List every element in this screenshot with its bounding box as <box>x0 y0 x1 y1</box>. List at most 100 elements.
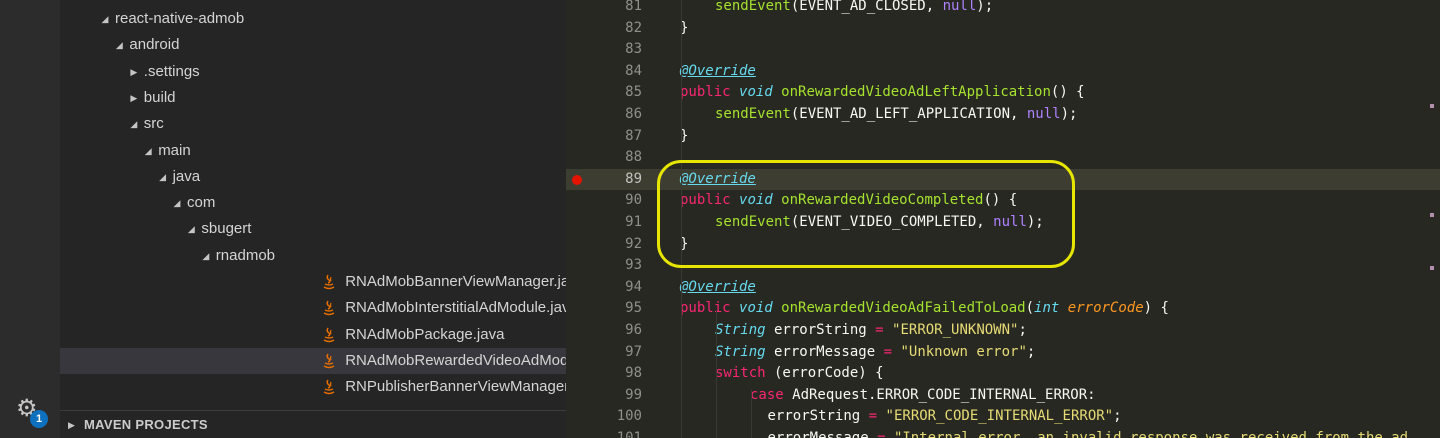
code-line[interactable]: 97 String errorMessage = "Unknown error"; <box>566 342 1440 364</box>
code-line[interactable]: 99 case AdRequest.ERROR_CODE_INTERNAL_ERR… <box>566 385 1440 407</box>
line-number[interactable]: 87 <box>594 126 642 148</box>
file-label: RNAdMobBannerViewManager.java <box>345 273 566 290</box>
maven-projects-title: MAVEN PROJECTS <box>84 417 208 432</box>
folder-item[interactable]: ▶ build <box>60 85 566 111</box>
line-number[interactable]: 100 <box>594 406 642 428</box>
overview-marker <box>1430 104 1434 108</box>
highlight-annotation <box>657 160 1075 268</box>
indent-guide <box>716 310 717 438</box>
code-text: String errorString = "ERROR_UNKNOWN"; <box>715 322 1027 338</box>
java-file-icon <box>321 378 337 396</box>
line-number[interactable]: 98 <box>594 363 642 385</box>
folder-label: android <box>129 36 180 54</box>
folder-item[interactable]: ▶ .settings <box>60 59 566 85</box>
line-number[interactable]: 83 <box>594 39 642 61</box>
chevron-down-icon[interactable]: ◢ <box>201 243 211 269</box>
chevron-right-icon[interactable]: ▶ <box>68 411 75 438</box>
code-line[interactable]: 83 <box>566 39 1440 61</box>
file-label: RNAdMobRewardedVideoAdModule.java <box>345 351 566 369</box>
folder-item[interactable]: ◢ rnadmob <box>60 243 566 269</box>
overview-marker <box>1430 213 1434 217</box>
code-line[interactable]: 84 @Override <box>566 61 1440 83</box>
folder-label: rnadmob <box>215 246 275 264</box>
code-text: sendEvent(EVENT_AD_CLOSED, null); <box>715 0 994 14</box>
code-line[interactable]: 101 errorMessage = "Internal error, an in… <box>566 428 1440 438</box>
code-line[interactable]: 95 public void onRewardedVideoAdFailedToL… <box>566 298 1440 320</box>
chevron-down-icon[interactable]: ◢ <box>114 32 124 58</box>
line-number[interactable]: 86 <box>594 104 642 126</box>
chevron-down-icon[interactable]: ◢ <box>158 164 168 190</box>
line-number[interactable]: 93 <box>594 255 642 277</box>
chevron-right-icon[interactable]: ▶ <box>129 59 139 85</box>
folder-item[interactable]: ◢ src <box>60 111 566 137</box>
line-number[interactable]: 101 <box>594 428 642 438</box>
code-line[interactable]: 94 @Override <box>566 277 1440 299</box>
line-number[interactable]: 81 <box>594 0 642 18</box>
code-text: case AdRequest.ERROR_CODE_INTERNAL_ERROR… <box>750 386 1096 403</box>
folder-label: sbugert <box>201 220 252 238</box>
line-number[interactable]: 94 <box>594 277 642 299</box>
folder-label: com <box>187 194 216 212</box>
breakpoint-icon[interactable] <box>572 175 582 185</box>
chevron-down-icon[interactable]: ◢ <box>129 111 139 137</box>
activity-bar: ⚙ 1 <box>0 0 60 438</box>
line-number[interactable]: 84 <box>594 61 642 83</box>
code-text: @Override <box>680 62 756 79</box>
code-line[interactable]: 86 sendEvent(EVENT_AD_LEFT_APPLICATION, n… <box>566 104 1440 126</box>
file-item[interactable]: RNAdMobInterstitialAdModule.java <box>60 295 566 321</box>
line-number[interactable]: 89 <box>594 169 642 191</box>
line-number[interactable]: 91 <box>594 212 642 234</box>
code-text: sendEvent(EVENT_AD_LEFT_APPLICATION, nul… <box>715 106 1078 122</box>
code-text: public void onRewardedVideoAdFailedToLoa… <box>680 300 1169 317</box>
line-number[interactable]: 85 <box>594 82 642 104</box>
chevron-down-icon[interactable]: ◢ <box>186 216 196 242</box>
code-line[interactable]: 85 public void onRewardedVideoAdLeftAppli… <box>566 82 1440 104</box>
file-label: RNAdMobPackage.java <box>345 325 505 343</box>
code-text: switch (errorCode) { <box>715 365 884 382</box>
folder-label: build <box>143 88 176 106</box>
line-number[interactable]: 96 <box>594 320 642 342</box>
code-line[interactable]: 82} <box>566 18 1440 40</box>
file-item[interactable]: RNAdMobPackage.java <box>60 322 566 348</box>
folder-label: .settings <box>143 62 200 80</box>
maven-projects-panel[interactable]: ▶ MAVEN PROJECTS <box>60 410 566 438</box>
folder-item[interactable]: ◢ java <box>60 164 566 190</box>
code-line[interactable]: 96 String errorString = "ERROR_UNKNOWN"; <box>566 320 1440 342</box>
code-text: errorString = "ERROR_CODE_INTERNAL_ERROR… <box>767 408 1122 425</box>
java-file-icon <box>321 352 337 370</box>
chevron-down-icon[interactable]: ◢ <box>143 138 153 164</box>
folder-label: java <box>172 167 201 185</box>
chevron-down-icon[interactable]: ◢ <box>100 6 110 32</box>
overview-marker <box>1430 266 1434 270</box>
chevron-down-icon[interactable]: ◢ <box>172 190 182 216</box>
line-number[interactable]: 95 <box>594 298 642 320</box>
file-item[interactable]: RNPublisherBannerViewManager.java <box>60 374 566 400</box>
line-number[interactable]: 92 <box>594 234 642 256</box>
folder-label: src <box>143 115 164 133</box>
folder-item[interactable]: ◢ com <box>60 190 566 216</box>
line-number[interactable]: 88 <box>594 147 642 169</box>
code-text: public void onRewardedVideoAdLeftApplica… <box>680 84 1085 101</box>
code-line[interactable]: 81 sendEvent(EVENT_AD_CLOSED, null); <box>566 0 1440 18</box>
line-number[interactable]: 97 <box>594 342 642 364</box>
code-text: String errorMessage = "Unknown error"; <box>715 343 1036 360</box>
java-file-icon <box>321 273 337 291</box>
chevron-right-icon[interactable]: ▶ <box>129 85 139 111</box>
folder-item[interactable]: ◢ main <box>60 138 566 164</box>
folder-label: react-native-admob <box>115 10 245 27</box>
notification-badge: 1 <box>30 410 48 428</box>
java-file-icon <box>321 299 337 317</box>
file-item[interactable]: RNAdMobRewardedVideoAdModule.java <box>60 347 566 374</box>
file-label: RNAdMobInterstitialAdModule.java <box>345 299 566 317</box>
folder-item[interactable]: ◢ android <box>60 32 566 58</box>
file-item[interactable]: RNAdMobBannerViewManager.java <box>60 269 566 295</box>
line-number[interactable]: 82 <box>594 18 642 40</box>
java-file-icon <box>321 326 337 344</box>
code-line[interactable]: 100 errorString = "ERROR_CODE_INTERNAL_ER… <box>566 406 1440 428</box>
line-number[interactable]: 90 <box>594 190 642 212</box>
line-number[interactable]: 99 <box>594 385 642 407</box>
folder-item[interactable]: ◢ sbugert <box>60 216 566 242</box>
folder-item[interactable]: ◢ react-native-admob <box>60 6 566 32</box>
code-line[interactable]: 87} <box>566 126 1440 148</box>
code-line[interactable]: 98 switch (errorCode) { <box>566 363 1440 385</box>
